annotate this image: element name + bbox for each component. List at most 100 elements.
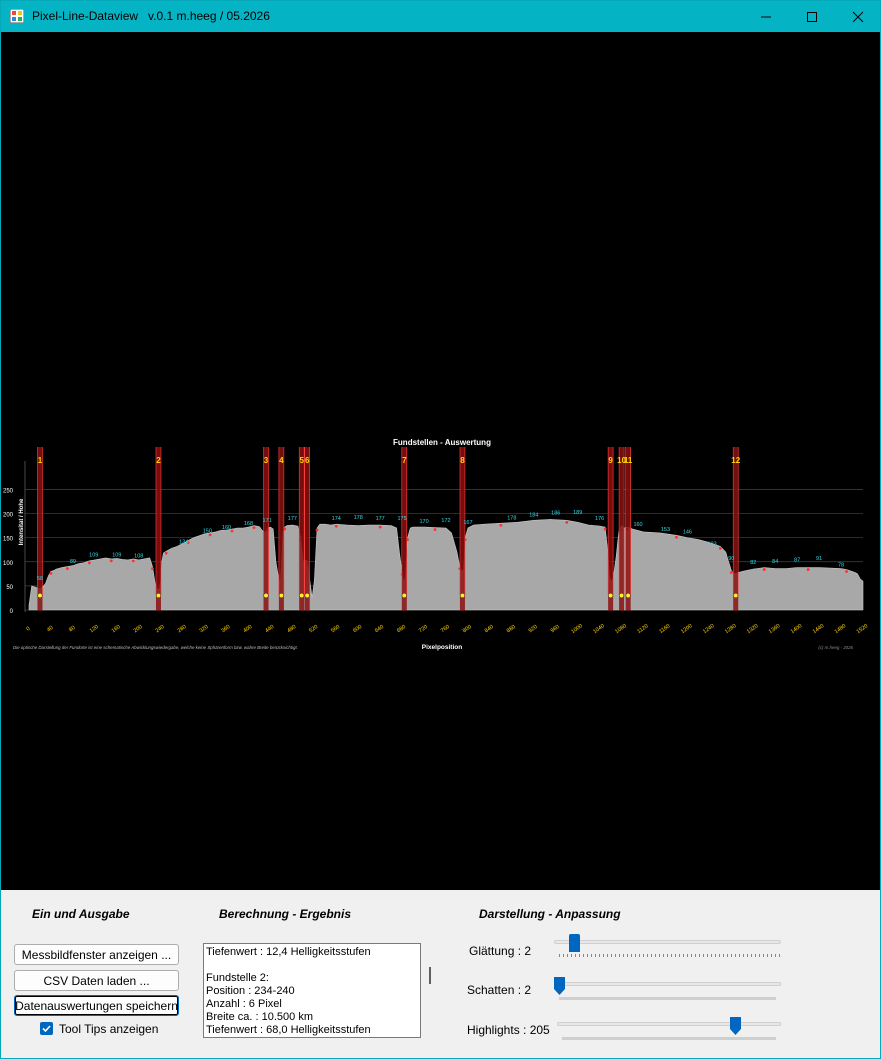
close-button[interactable] — [835, 1, 880, 32]
chart-canvas[interactable]: 0 50 100 150 200 250 1 2 3 4 5 6 7 8 9 10 11 12 58 89 109 109… — [1, 32, 880, 890]
io-heading: Ein und Ausgabe — [32, 907, 130, 921]
data-label: 90 — [728, 556, 734, 562]
minimize-button[interactable] — [743, 1, 789, 32]
x-tick-label: 80 — [68, 625, 76, 633]
x-tick-label: 680 — [396, 624, 407, 634]
smoothing-tick — [623, 954, 624, 957]
smoothing-label: Glättung : 2 — [469, 944, 532, 958]
x-tick-label: 760 — [440, 624, 451, 634]
data-label: 84 — [772, 559, 778, 565]
x-tick-label: 1520 — [856, 623, 869, 635]
find-point — [625, 592, 631, 599]
smoothing-thumb[interactable] — [569, 934, 580, 952]
y-tick-label: 200 — [3, 513, 14, 519]
highlights-track[interactable] — [557, 1022, 781, 1026]
data-label: 82 — [750, 560, 756, 566]
smoothing-tick — [687, 954, 688, 957]
data-label: 170 — [419, 519, 428, 525]
result-line: Tiefenwert : 12,4 Helligkeitsstufen — [206, 946, 371, 958]
ridge-dot — [87, 561, 91, 565]
x-tick-label: 1000 — [570, 623, 583, 635]
x-tick-label: 1240 — [702, 623, 715, 635]
smoothing-tick — [627, 954, 628, 957]
find-marker — [299, 447, 305, 611]
shadow-thumb[interactable] — [554, 977, 565, 995]
x-tick-label: 200 — [133, 624, 144, 634]
highlights-ticks — [562, 1037, 776, 1040]
x-tick-label: 880 — [506, 624, 517, 634]
smoothing-tick — [667, 954, 668, 957]
ridge-dot — [164, 551, 168, 555]
data-label: 167 — [463, 520, 472, 526]
data-label: 150 — [203, 528, 212, 534]
x-tick-label: 440 — [264, 624, 275, 634]
find-marker-label: 3 — [264, 456, 269, 465]
smoothing-tick — [591, 954, 592, 957]
data-label: 78 — [838, 563, 844, 569]
app-window: Pixel-Line-Dataview v.0.1 m.heeg / 05.20… — [0, 0, 881, 1059]
find-marker — [278, 447, 284, 611]
x-tick-label: 520 — [308, 624, 319, 634]
x-tick-label: 640 — [374, 624, 385, 634]
chart-title: Fundstellen - Auswertung — [393, 438, 491, 447]
find-point — [619, 592, 625, 599]
display-heading: Darstellung - Anpassung — [479, 907, 621, 921]
data-label: 171 — [263, 518, 272, 524]
y-axis-label: Intensitat / Hohe — [19, 498, 25, 545]
tooltips-label[interactable]: Tool Tips anzeigen — [59, 1022, 158, 1036]
ridge-dot — [729, 571, 733, 574]
close-icon — [852, 11, 864, 22]
title-bar[interactable]: Pixel-Line-Dataview v.0.1 m.heeg / 05.20… — [1, 1, 880, 32]
maximize-icon — [807, 11, 817, 22]
y-tick-label: 150 — [3, 537, 14, 543]
data-label: 58 — [37, 576, 43, 582]
data-label: 186 — [551, 510, 560, 516]
find-marker — [608, 447, 614, 611]
smoothing-tick — [723, 954, 724, 957]
result-line: Anzahl : 6 Pixel — [206, 998, 282, 1010]
find-marker-label: 8 — [460, 456, 465, 465]
save-analysis-button[interactable]: Datenauswertungen speichern — [14, 995, 179, 1016]
smoothing-tick — [567, 954, 568, 957]
highlights-thumb[interactable] — [730, 1017, 741, 1035]
ridge-dot — [315, 528, 319, 532]
data-label: 168 — [244, 521, 253, 527]
data-label: 177 — [376, 516, 385, 522]
result-scrollbar[interactable] — [429, 967, 431, 984]
find-marker-label: 2 — [156, 456, 161, 465]
smoothing-tick — [643, 954, 644, 957]
find-marker-label: 12 — [731, 456, 740, 465]
x-tick-label: 840 — [484, 624, 495, 634]
highlights-label: Highlights : 205 — [467, 1023, 550, 1037]
smoothing-tick — [715, 954, 716, 957]
find-point — [733, 592, 739, 599]
x-tick-label: 0 — [25, 626, 31, 633]
x-tick-label: 400 — [242, 624, 253, 634]
ridge-dot — [433, 528, 437, 531]
smoothing-tick — [599, 954, 600, 957]
data-label: 91 — [816, 556, 822, 562]
data-label: 109 — [89, 552, 98, 558]
shadow-track[interactable] — [554, 982, 781, 986]
ridge-dot — [565, 520, 569, 524]
tooltips-checkbox[interactable] — [40, 1022, 53, 1035]
find-point — [608, 592, 614, 599]
find-marker — [625, 447, 631, 611]
smoothing-tick — [559, 954, 560, 957]
maximize-button[interactable] — [789, 1, 835, 32]
smoothing-tick — [711, 954, 712, 957]
data-label: 172 — [441, 518, 450, 524]
smoothing-tick — [767, 954, 768, 957]
smoothing-tick — [671, 954, 672, 957]
smoothing-tick — [563, 954, 564, 957]
find-point — [299, 592, 305, 599]
load-csv-button[interactable]: CSV Daten laden ... — [14, 970, 179, 991]
smoothing-track[interactable] — [554, 940, 781, 944]
ridge-dot — [378, 525, 382, 529]
data-label: 178 — [354, 515, 363, 521]
smoothing-tick — [719, 954, 720, 957]
smoothing-tick — [695, 954, 696, 957]
data-label: 146 — [683, 530, 692, 536]
show-measure-window-button[interactable]: Messbildfenster anzeigen ... — [14, 944, 179, 965]
result-textbox[interactable]: Tiefenwert : 12,4 Helligkeitsstufen Fund… — [203, 943, 421, 1038]
